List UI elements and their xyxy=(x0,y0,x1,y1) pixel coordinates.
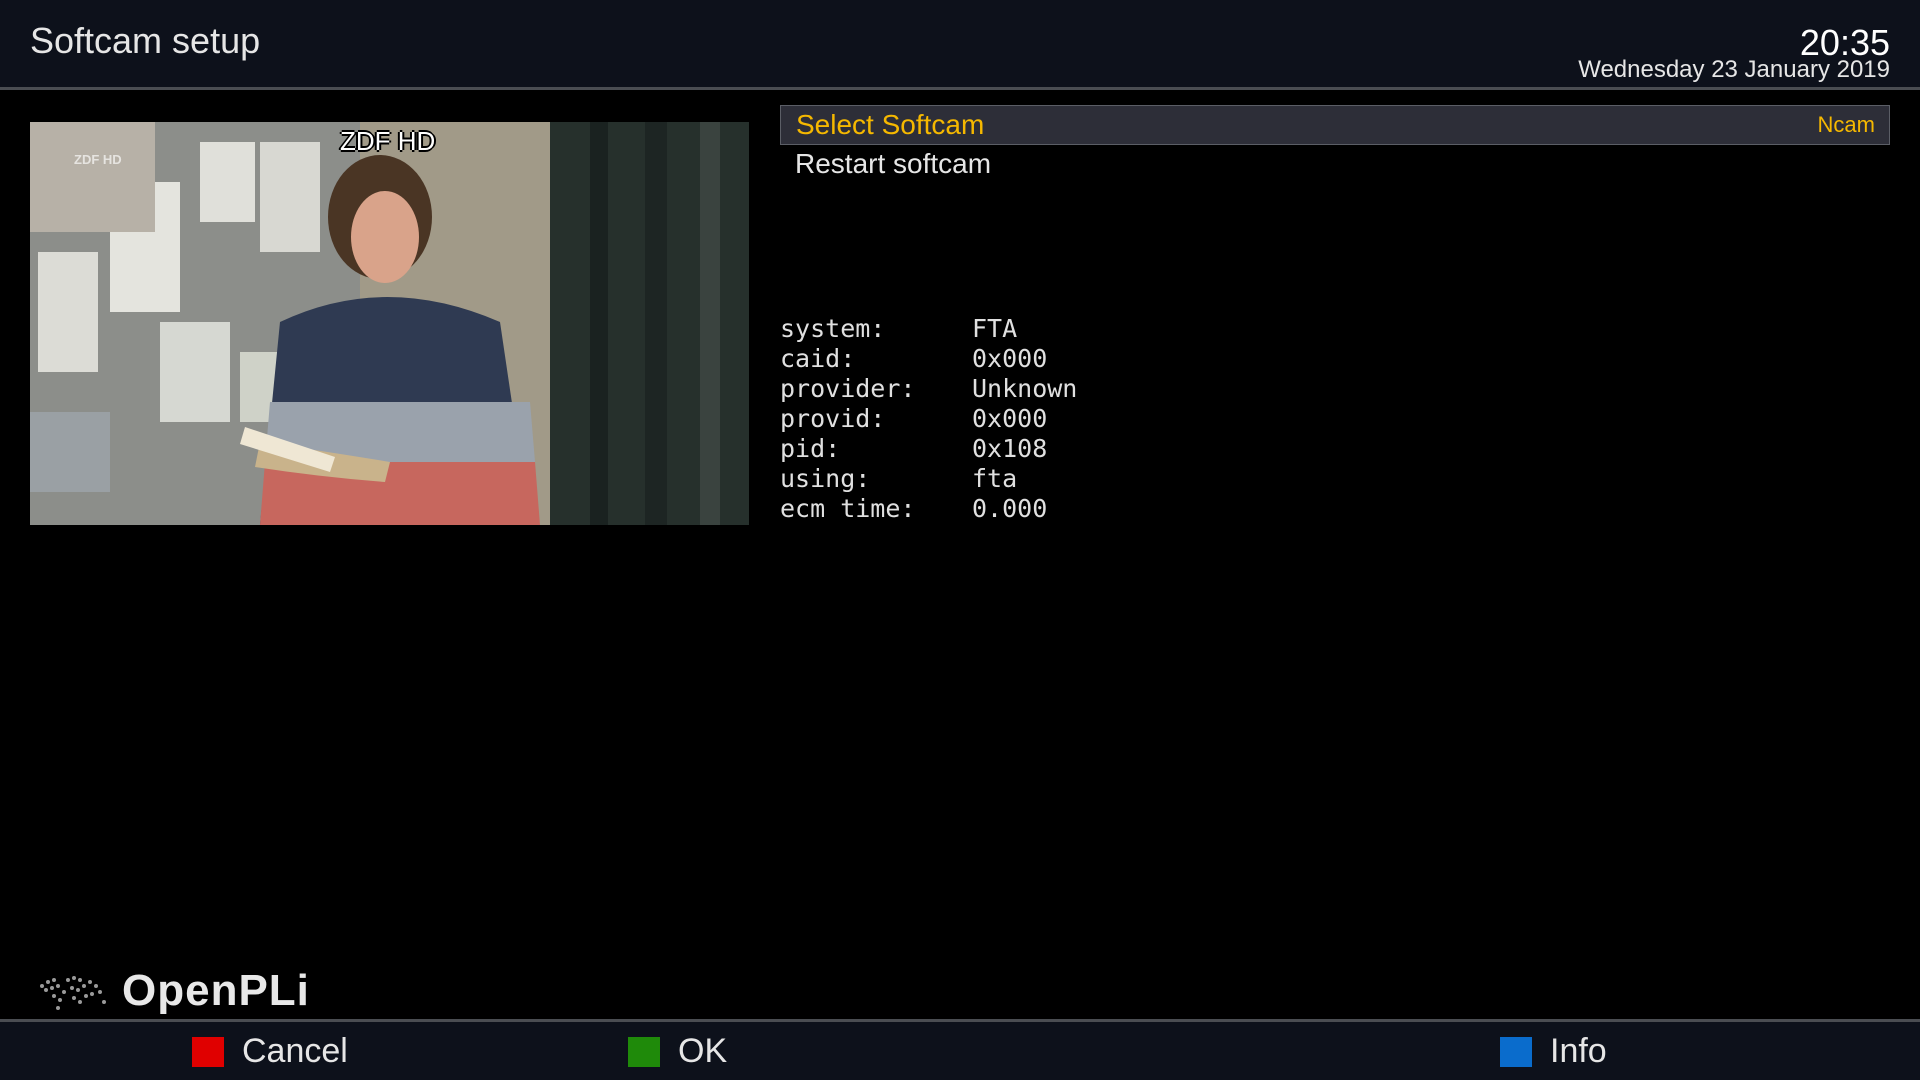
red-key-icon xyxy=(192,1036,224,1067)
channel-watermark: ZDF HD xyxy=(74,152,122,167)
info-button[interactable]: Info xyxy=(1500,1032,1607,1071)
header-divider xyxy=(0,87,1920,90)
cancel-label: Cancel xyxy=(242,1032,348,1070)
menu-item-restart-softcam[interactable]: Restart softcam xyxy=(780,145,1890,183)
info-row-using: using: fta xyxy=(780,464,1018,493)
channel-label: ZDF HD xyxy=(340,126,436,156)
openpli-logo: OpenPLi xyxy=(34,964,310,1018)
video-frame-image xyxy=(30,122,749,525)
info-row-pid: pid: 0x108 xyxy=(780,434,1048,463)
world-map-icon xyxy=(40,976,106,1010)
menu-item-value: Ncam xyxy=(1817,112,1875,137)
info-row-provid: provid: 0x000 xyxy=(780,404,1048,433)
info-row-ecm-time: ecm time: 0.000 xyxy=(780,494,1048,523)
page-title: Softcam setup xyxy=(30,20,261,61)
cancel-button[interactable]: Cancel xyxy=(192,1032,348,1071)
menu-item-select-softcam[interactable]: Select Softcam Ncam xyxy=(780,105,1890,145)
info-label: Info xyxy=(1550,1032,1607,1070)
info-row-caid: caid: 0x000 xyxy=(780,344,1048,373)
softcam-menu: Select Softcam Ncam Restart softcam xyxy=(780,105,1890,183)
info-row-system: system: FTA xyxy=(780,314,1018,343)
video-preview: ZDF HD ZDF HD xyxy=(30,122,749,525)
ok-label: OK xyxy=(678,1032,728,1070)
blue-key-icon xyxy=(1500,1036,1532,1067)
footer-bar: Cancel OK Info xyxy=(0,1022,1920,1080)
ok-button[interactable]: OK xyxy=(628,1032,727,1071)
date: Wednesday 23 January 2019 xyxy=(1578,56,1890,83)
ecm-info-panel: system: FTA caid: 0x000 provider: Unknown p… xyxy=(780,314,1077,524)
info-row-provider: provider: Unknown xyxy=(780,374,1078,403)
logo-text: OpenPLi xyxy=(122,966,310,1015)
menu-item-label: Select Softcam xyxy=(796,109,985,140)
green-key-icon xyxy=(628,1036,660,1067)
menu-item-label: Restart softcam xyxy=(795,148,992,179)
